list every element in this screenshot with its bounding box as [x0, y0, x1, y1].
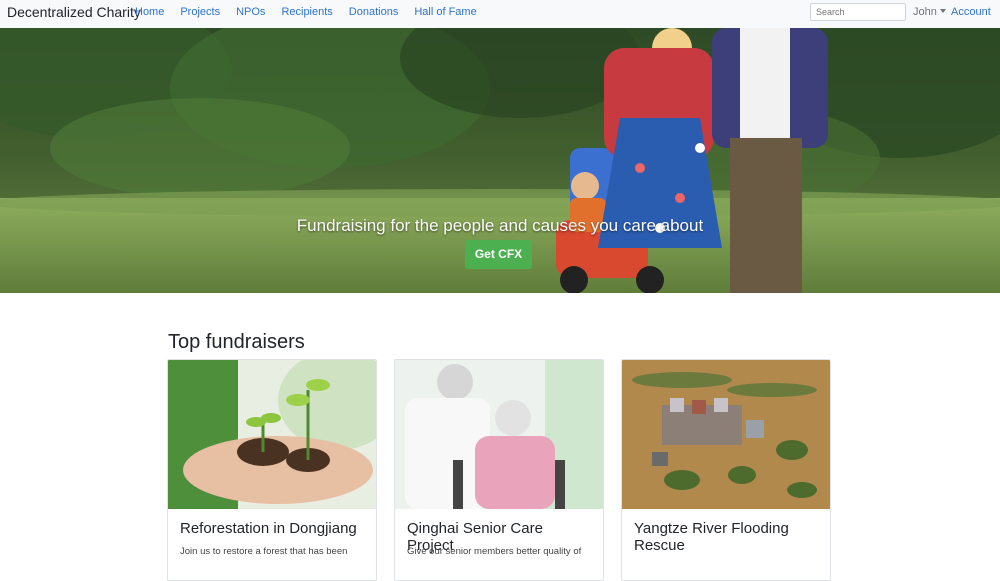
nav-projects[interactable]: Projects	[180, 6, 220, 18]
get-cfx-button[interactable]: Get CFX	[465, 240, 532, 269]
fundraiser-card[interactable]: Yangtze River Flooding Rescue	[621, 359, 831, 581]
brand-link[interactable]: Decentralized Charity	[7, 4, 141, 20]
nav-hall-of-fame[interactable]: Hall of Fame	[414, 6, 476, 18]
nav-recipients[interactable]: Recipients	[281, 6, 332, 18]
user-dropdown[interactable]: John	[913, 6, 946, 18]
hero-title: Fundraising for the people and causes yo…	[296, 216, 704, 235]
fundraiser-card[interactable]: Reforestation in Dongjiang Join us to re…	[167, 359, 377, 581]
nav-donations[interactable]: Donations	[349, 6, 399, 18]
caret-down-icon	[939, 9, 946, 13]
seedling-hands-image	[168, 360, 376, 509]
fundraiser-card[interactable]: Qinghai Senior Care Project Give our sen…	[394, 359, 604, 581]
nav-links: Home Projects NPOs Recipients Donations …	[135, 6, 493, 18]
account-link[interactable]: Account	[951, 6, 991, 18]
user-name: John	[913, 6, 937, 18]
nav-npos[interactable]: NPOs	[236, 6, 265, 18]
nav-home[interactable]: Home	[135, 6, 164, 18]
senior-care-image	[395, 360, 603, 509]
card-title[interactable]: Reforestation in Dongjiang	[180, 520, 366, 537]
flooded-village-image	[622, 360, 830, 509]
section-title: Top fundraisers	[168, 331, 305, 353]
card-text: Join us to restore a forest that has bee…	[180, 546, 348, 557]
navbar: Decentralized Charity Home Projects NPOs…	[0, 0, 1000, 29]
hero-banner: Fundraising for the people and causes yo…	[0, 28, 1000, 293]
card-title[interactable]: Yangtze River Flooding Rescue	[634, 520, 820, 554]
search-input[interactable]	[810, 3, 906, 21]
card-text: Give our senior members better quality o…	[407, 546, 582, 557]
